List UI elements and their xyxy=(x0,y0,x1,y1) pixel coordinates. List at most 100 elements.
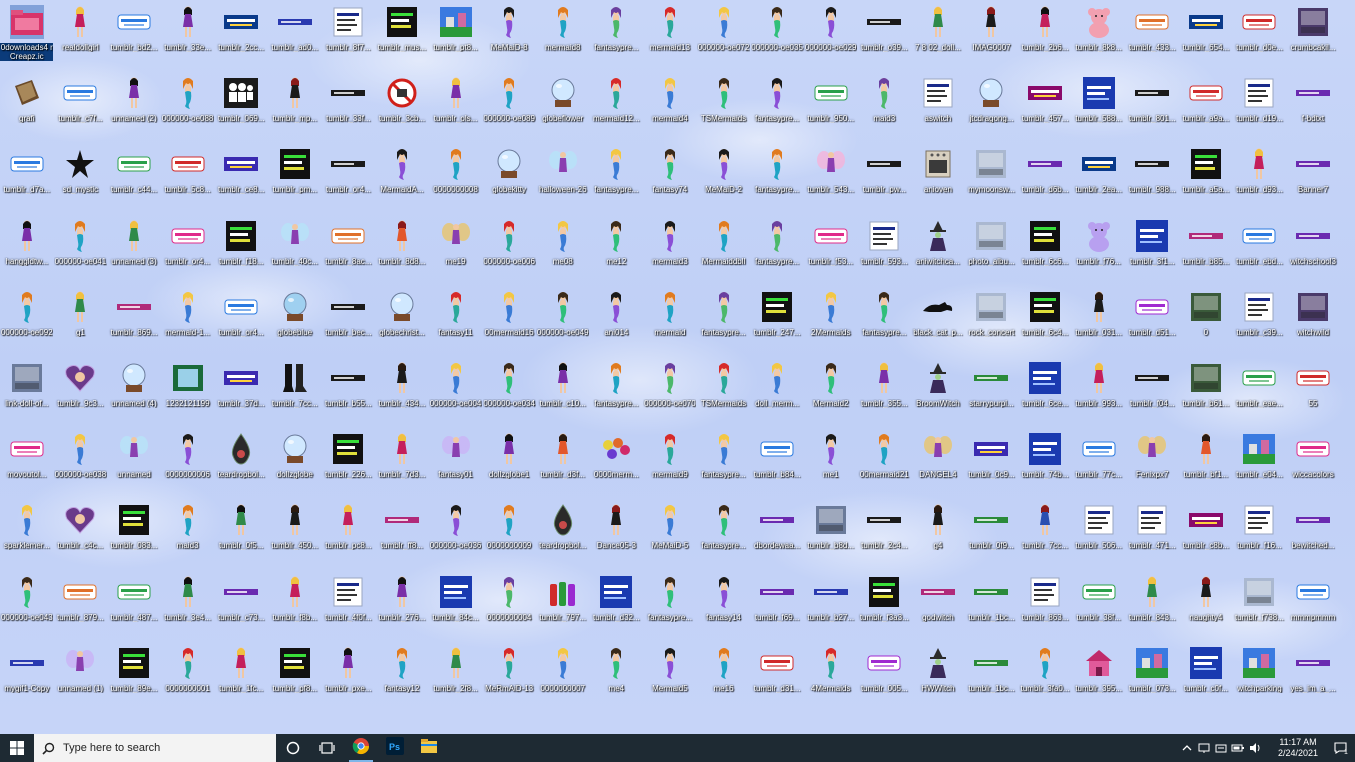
desktop-icon[interactable]: 000000-oe004 xyxy=(429,360,483,431)
desktop-icon[interactable]: TSMermaids xyxy=(697,360,751,431)
desktop-icon[interactable]: tumblr_a5a... xyxy=(1179,146,1233,217)
desktop-icon[interactable]: mermaid12... xyxy=(590,75,644,146)
desktop-icon[interactable]: tumblr_d0e... xyxy=(1233,4,1287,75)
desktop-icon[interactable]: tumblr_d7a... xyxy=(0,146,54,217)
desktop-icon[interactable]: tumblr_7cc... xyxy=(268,360,322,431)
desktop-icon[interactable]: maid3 xyxy=(858,75,912,146)
desktop-icon[interactable]: mermaid4 xyxy=(643,75,697,146)
desktop-icon[interactable]: tumblr_593... xyxy=(858,218,912,289)
desktop-icon[interactable]: tumblr_d3f... xyxy=(536,431,590,502)
desktop-icon[interactable]: 0000000004 xyxy=(482,574,536,645)
desktop-icon[interactable]: tumblr_o39... xyxy=(858,4,912,75)
desktop-icon[interactable]: tumblr_069... xyxy=(214,75,268,146)
desktop-icon[interactable]: IMAG0007 xyxy=(965,4,1019,75)
desktop-icon[interactable]: yes_im_a_... xyxy=(1286,645,1340,716)
desktop-icon[interactable]: tumblr_1fc... xyxy=(214,645,268,716)
start-button[interactable] xyxy=(0,734,34,762)
desktop-icon[interactable]: tumblr_33e... xyxy=(161,4,215,75)
desktop-icon[interactable]: rock_concert xyxy=(965,289,1019,360)
desktop-icon[interactable]: tumblr_2c4... xyxy=(858,502,912,573)
desktop-icon[interactable]: tumblr_89e... xyxy=(107,645,161,716)
desktop-icon[interactable]: tumblr_0f5... xyxy=(214,502,268,573)
desktop-icon[interactable]: tumblr_c44... xyxy=(107,146,161,217)
desktop-icon[interactable]: mermaid9 xyxy=(643,431,697,502)
clock[interactable]: 11:17 AM 2/24/2021 xyxy=(1267,737,1329,759)
desktop-icon[interactable]: 000000-oe043 xyxy=(0,574,54,645)
desktop-icon[interactable]: me16 xyxy=(697,645,751,716)
desktop-icon[interactable]: fantasypre... xyxy=(590,360,644,431)
desktop-icon[interactable]: tumblr_005... xyxy=(858,645,912,716)
desktop-icon[interactable]: Mermaiddbll xyxy=(697,218,751,289)
taskbar-pin-file-explorer[interactable] xyxy=(412,734,446,762)
desktop-icon[interactable]: globekitty xyxy=(482,146,536,217)
desktop-icon[interactable]: tumblr_f16... xyxy=(1233,502,1287,573)
desktop-icon[interactable]: 000000-oe036 xyxy=(429,502,483,573)
desktop-icon[interactable]: fantasy11 xyxy=(429,289,483,360)
desktop-icon[interactable]: tumblr_457... xyxy=(1018,75,1072,146)
desktop-icon[interactable]: tumblr_40c... xyxy=(268,218,322,289)
desktop-icon[interactable]: TSMermaids xyxy=(697,75,751,146)
desktop-icon[interactable]: tumblr_487... xyxy=(107,574,161,645)
desktop-icon[interactable]: tumblr_bec... xyxy=(322,289,376,360)
desktop-icon[interactable]: tumblr_74b... xyxy=(1018,431,1072,502)
desktop-icon[interactable]: MeMaiD-2 xyxy=(697,146,751,217)
desktop-icon[interactable]: 00mermaid16 xyxy=(482,289,536,360)
task-view-button[interactable] xyxy=(310,734,344,762)
desktop-icon[interactable]: tumblr_588... xyxy=(1072,75,1126,146)
desktop-icon[interactable]: 000000-oe029 xyxy=(804,4,858,75)
desktop-icon[interactable]: fantasypre... xyxy=(643,574,697,645)
desktop-icon[interactable]: me12 xyxy=(590,218,644,289)
desktop-icon[interactable]: 000000-oe092 xyxy=(0,289,54,360)
desktop-icon[interactable]: 000000-oe038 xyxy=(54,431,108,502)
desktop-icon[interactable]: tumblr_pf8... xyxy=(268,645,322,716)
desktop-icon[interactable]: tumblr_f3a3... xyxy=(858,574,912,645)
desktop-icon[interactable]: witchparking xyxy=(1233,645,1287,716)
desktop-icon[interactable]: tumblr_276... xyxy=(375,574,429,645)
desktop-icon[interactable]: tumblr_226... xyxy=(322,431,376,502)
desktop-icon[interactable]: unnamed xyxy=(107,431,161,502)
desktop-icon[interactable]: mermaid-1... xyxy=(161,289,215,360)
desktop-icon[interactable]: tumblr_8ac... xyxy=(322,218,376,289)
desktop-icon[interactable]: me4 xyxy=(590,645,644,716)
desktop-icon[interactable]: 0000000001 xyxy=(161,645,215,716)
desktop-icon[interactable]: tumblr_or4... xyxy=(322,146,376,217)
desktop-icon[interactable]: tumblr_1bc... xyxy=(965,645,1019,716)
desktop-icon[interactable]: tumblr_ebd... xyxy=(1233,218,1287,289)
desktop-icon[interactable]: 000000-oe049 xyxy=(536,289,590,360)
taskbar-pin-photoshop[interactable]: Ps xyxy=(378,734,412,762)
desktop-icon[interactable]: hanggldtw... xyxy=(0,218,54,289)
desktop-icon[interactable]: BroomWitch xyxy=(911,360,965,431)
desktop-icon[interactable]: tumblr_c39... xyxy=(1233,289,1287,360)
desktop-icon[interactable]: link-doll-of... xyxy=(0,360,54,431)
desktop-icon[interactable]: movoutol... xyxy=(0,431,54,502)
desktop-icon[interactable]: tumblr_869... xyxy=(107,289,161,360)
desktop-icon[interactable]: tumblr_843... xyxy=(1125,574,1179,645)
desktop-icon[interactable]: tumblr_b85... xyxy=(1179,218,1233,289)
desktop-icon[interactable]: 000000-oe089 xyxy=(482,75,536,146)
desktop-icon[interactable]: fantasypre... xyxy=(590,146,644,217)
desktop-icon[interactable]: jtcdragong... xyxy=(965,75,1019,146)
desktop-icon[interactable]: tumblr_8d8... xyxy=(375,218,429,289)
desktop-icon[interactable]: tumblr_3e4... xyxy=(161,574,215,645)
desktop-icon[interactable]: 000000-oe088 xyxy=(161,75,215,146)
desktop-icon[interactable]: tumblr_d6b... xyxy=(1018,146,1072,217)
desktop-icon[interactable]: tumblr_863... xyxy=(1018,574,1072,645)
desktop-icon[interactable]: tumblr_37d... xyxy=(214,360,268,431)
desktop-icon[interactable]: unnamed (1) xyxy=(54,645,108,716)
desktop-icon[interactable]: 55 xyxy=(1286,360,1340,431)
desktop-icon[interactable]: Mermaid5 xyxy=(643,645,697,716)
desktop-icon[interactable]: 0000000007 xyxy=(536,645,590,716)
desktop-icon[interactable]: fantasypre... xyxy=(697,289,751,360)
desktop-icon[interactable]: tumblr_993... xyxy=(1072,360,1126,431)
desktop-icon[interactable]: tumblr_988... xyxy=(1125,146,1179,217)
desktop-icon[interactable]: 000000-oe034 xyxy=(482,360,536,431)
desktop-icon[interactable]: mermaid13 xyxy=(643,4,697,75)
desktop-icon[interactable]: tumblr_6ce... xyxy=(1018,360,1072,431)
desktop-icon[interactable]: tumblr_pw... xyxy=(858,146,912,217)
volume-tray-button[interactable] xyxy=(1246,734,1263,762)
desktop-icon[interactable]: tumblr_eae... xyxy=(1233,360,1287,431)
desktop-icon[interactable]: tumblr_d32... xyxy=(590,574,644,645)
desktop-icon[interactable]: aniwitchca... xyxy=(911,218,965,289)
desktop-icon[interactable]: fantasypre... xyxy=(750,218,804,289)
desktop-icon[interactable]: 0000000009 xyxy=(482,502,536,573)
